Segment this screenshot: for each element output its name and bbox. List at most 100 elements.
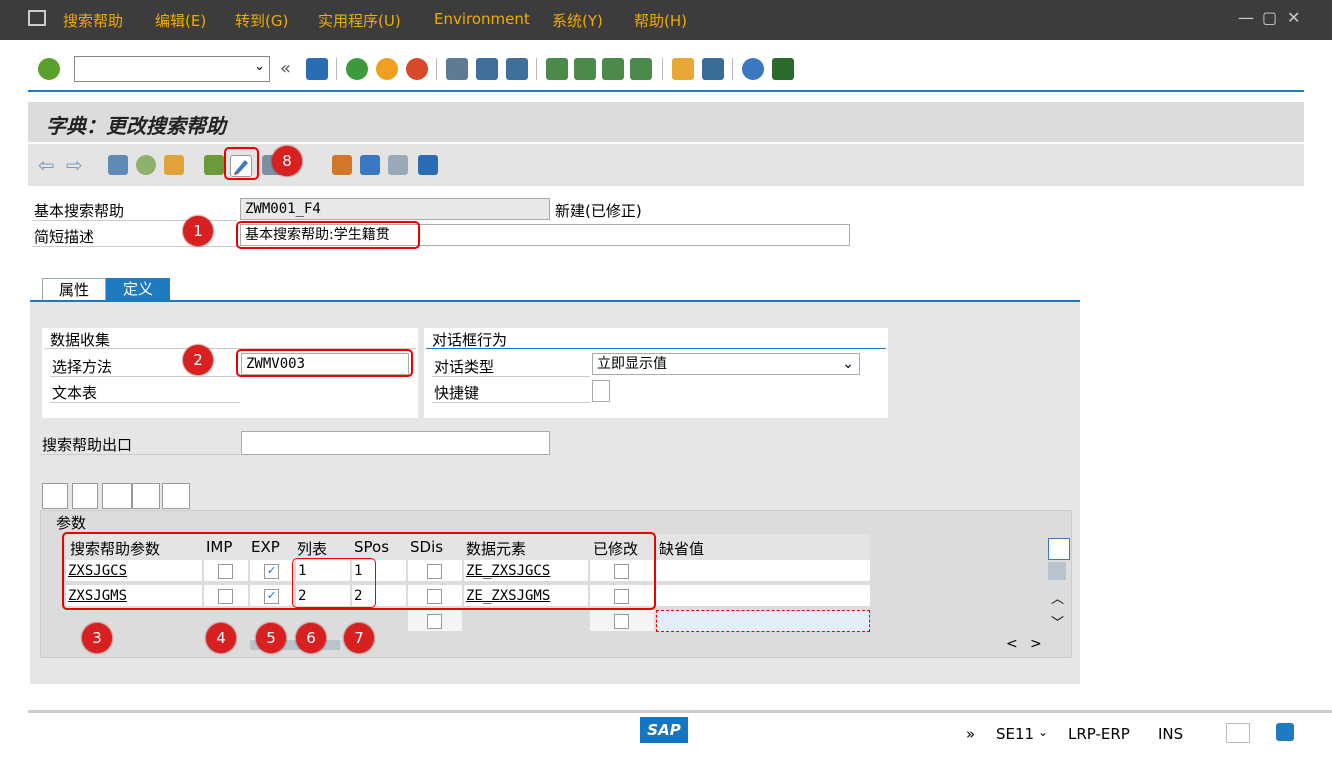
first-page-icon[interactable] — [546, 58, 568, 80]
save-icon[interactable] — [306, 58, 328, 80]
copy-icon[interactable] — [72, 483, 98, 509]
description-label: 简短描述 — [34, 228, 95, 246]
column-config-icon[interactable] — [1048, 538, 1070, 560]
new-session-icon[interactable] — [672, 58, 694, 80]
title-bar: 字典：更改搜索帮助 — [28, 102, 1304, 142]
table-view-icon[interactable] — [388, 155, 408, 175]
highlight-description — [236, 221, 420, 249]
menu-help[interactable]: 帮助(H) — [634, 10, 687, 31]
marker-2: 2 — [183, 345, 213, 375]
parameters-title: 参数 — [56, 514, 87, 532]
marker-8: 8 — [272, 146, 302, 176]
highlight-edit-button — [224, 147, 259, 180]
exit-icon[interactable] — [376, 58, 398, 80]
name-label: 基本搜索帮助 — [34, 202, 125, 220]
system-name: LRP-ERP — [1068, 725, 1130, 743]
command-field[interactable]: ⌄ — [74, 56, 270, 82]
chevron-down-icon[interactable]: ⌄ — [842, 354, 854, 374]
menu-icon[interactable] — [28, 10, 46, 26]
highlight-list-spos — [292, 558, 376, 608]
check-icon[interactable] — [136, 155, 156, 175]
display-change-icon[interactable] — [108, 155, 128, 175]
last-page-icon[interactable] — [630, 58, 652, 80]
menu-utilities[interactable]: 实用程序(U) — [318, 10, 401, 31]
dialog-type-label: 对话类型 — [434, 358, 495, 376]
empty-row-cell — [408, 610, 462, 632]
modified-checkbox[interactable] — [614, 614, 629, 629]
sap-logo: SAP — [640, 717, 688, 743]
scroll-down-icon[interactable]: ﹀ — [1051, 612, 1064, 631]
empty-row-cell — [590, 610, 654, 632]
menu-goto[interactable]: 转到(G) — [235, 10, 288, 31]
minimize-icon[interactable]: — — [1238, 8, 1254, 27]
status-more-icon[interactable]: » — [966, 725, 975, 743]
highlight-selection-method — [236, 349, 413, 377]
chevron-down-icon[interactable]: ⌄ — [254, 59, 265, 74]
default-cell[interactable] — [656, 585, 870, 607]
customize-icon[interactable] — [772, 58, 794, 80]
cancel-icon[interactable] — [406, 58, 428, 80]
hierarchy-icon[interactable] — [332, 155, 352, 175]
default-input-new-row[interactable] — [656, 610, 870, 632]
connection-icon — [1226, 723, 1250, 743]
scroll-right-icon[interactable]: > — [1030, 636, 1042, 652]
scroll-thumb[interactable] — [1048, 562, 1066, 580]
menu-search-help[interactable]: 搜索帮助 — [63, 10, 123, 31]
menu-edit[interactable]: 编辑(E) — [155, 10, 206, 31]
text-table-label: 文本表 — [52, 384, 98, 402]
scroll-up-icon[interactable]: ︿ — [1051, 588, 1064, 607]
cut-icon[interactable] — [42, 483, 68, 509]
forward-arrow-icon[interactable]: ⇨ — [66, 153, 83, 177]
dialog-type-select[interactable]: 立即显示值 ⌄ — [592, 353, 860, 375]
next-page-icon[interactable] — [602, 58, 624, 80]
enter-icon[interactable] — [38, 58, 60, 80]
selection-method-label: 选择方法 — [52, 358, 113, 376]
application-toolbar: ⇦ ⇨ — [28, 144, 1304, 186]
menu-system[interactable]: 系统(Y) — [552, 10, 603, 31]
prev-page-icon[interactable] — [574, 58, 596, 80]
history-icon[interactable]: « — [280, 58, 291, 79]
delete-row-icon[interactable] — [162, 483, 190, 509]
tab-definition[interactable]: 定义 — [106, 278, 170, 300]
print-icon[interactable] — [446, 58, 468, 80]
scroll-left-icon[interactable]: < — [1006, 636, 1018, 652]
find-icon[interactable] — [476, 58, 498, 80]
help-icon[interactable] — [742, 58, 764, 80]
paste-icon[interactable] — [102, 483, 132, 509]
info-icon[interactable] — [418, 155, 438, 175]
dialog-type-value: 立即显示值 — [597, 356, 667, 372]
back-arrow-icon[interactable]: ⇦ — [38, 153, 55, 177]
back-icon[interactable] — [346, 58, 368, 80]
marker-4: 4 — [206, 623, 236, 653]
find-next-icon[interactable] — [506, 58, 528, 80]
marker-1: 1 — [183, 216, 213, 246]
insert-row-icon[interactable] — [132, 483, 160, 509]
where-used-icon[interactable] — [204, 155, 224, 175]
menu-environment[interactable]: Environment — [434, 10, 530, 28]
marker-6: 6 — [296, 623, 326, 653]
data-collection-title: 数据收集 — [50, 331, 111, 349]
shortcut-icon[interactable] — [702, 58, 724, 80]
system-toolbar: ⌄ « — [28, 50, 1304, 92]
maximize-icon[interactable]: ▢ — [1262, 8, 1277, 27]
exit-input[interactable] — [241, 431, 550, 455]
list-icon[interactable] — [360, 155, 380, 175]
status-bar: SAP » SE11 ⌄ LRP-ERP INS — [28, 710, 1332, 763]
exit-label: 搜索帮助出口 — [42, 436, 133, 454]
transaction-code[interactable]: SE11 — [996, 725, 1034, 743]
activate-icon[interactable] — [164, 155, 184, 175]
status-text: 新建(已修正) — [555, 202, 642, 220]
col-default[interactable]: 缺省值 — [659, 538, 704, 559]
marker-5: 5 — [256, 623, 286, 653]
close-icon[interactable]: ✕ — [1287, 8, 1300, 27]
page-title: 字典：更改搜索帮助 — [46, 114, 226, 138]
search-help-name-field: ZWM001_F4 — [240, 198, 550, 220]
lock-icon[interactable] — [1276, 723, 1294, 741]
chevron-down-icon[interactable]: ⌄ — [1038, 725, 1048, 739]
menu-bar: 搜索帮助 编辑(E) 转到(G) 实用程序(U) Environment 系统(… — [0, 0, 1332, 40]
hotkey-input[interactable] — [592, 380, 610, 402]
input-mode[interactable]: INS — [1158, 725, 1183, 743]
default-cell[interactable] — [656, 560, 870, 582]
tab-attributes[interactable]: 属性 — [42, 278, 106, 301]
sdis-checkbox[interactable] — [427, 614, 442, 629]
